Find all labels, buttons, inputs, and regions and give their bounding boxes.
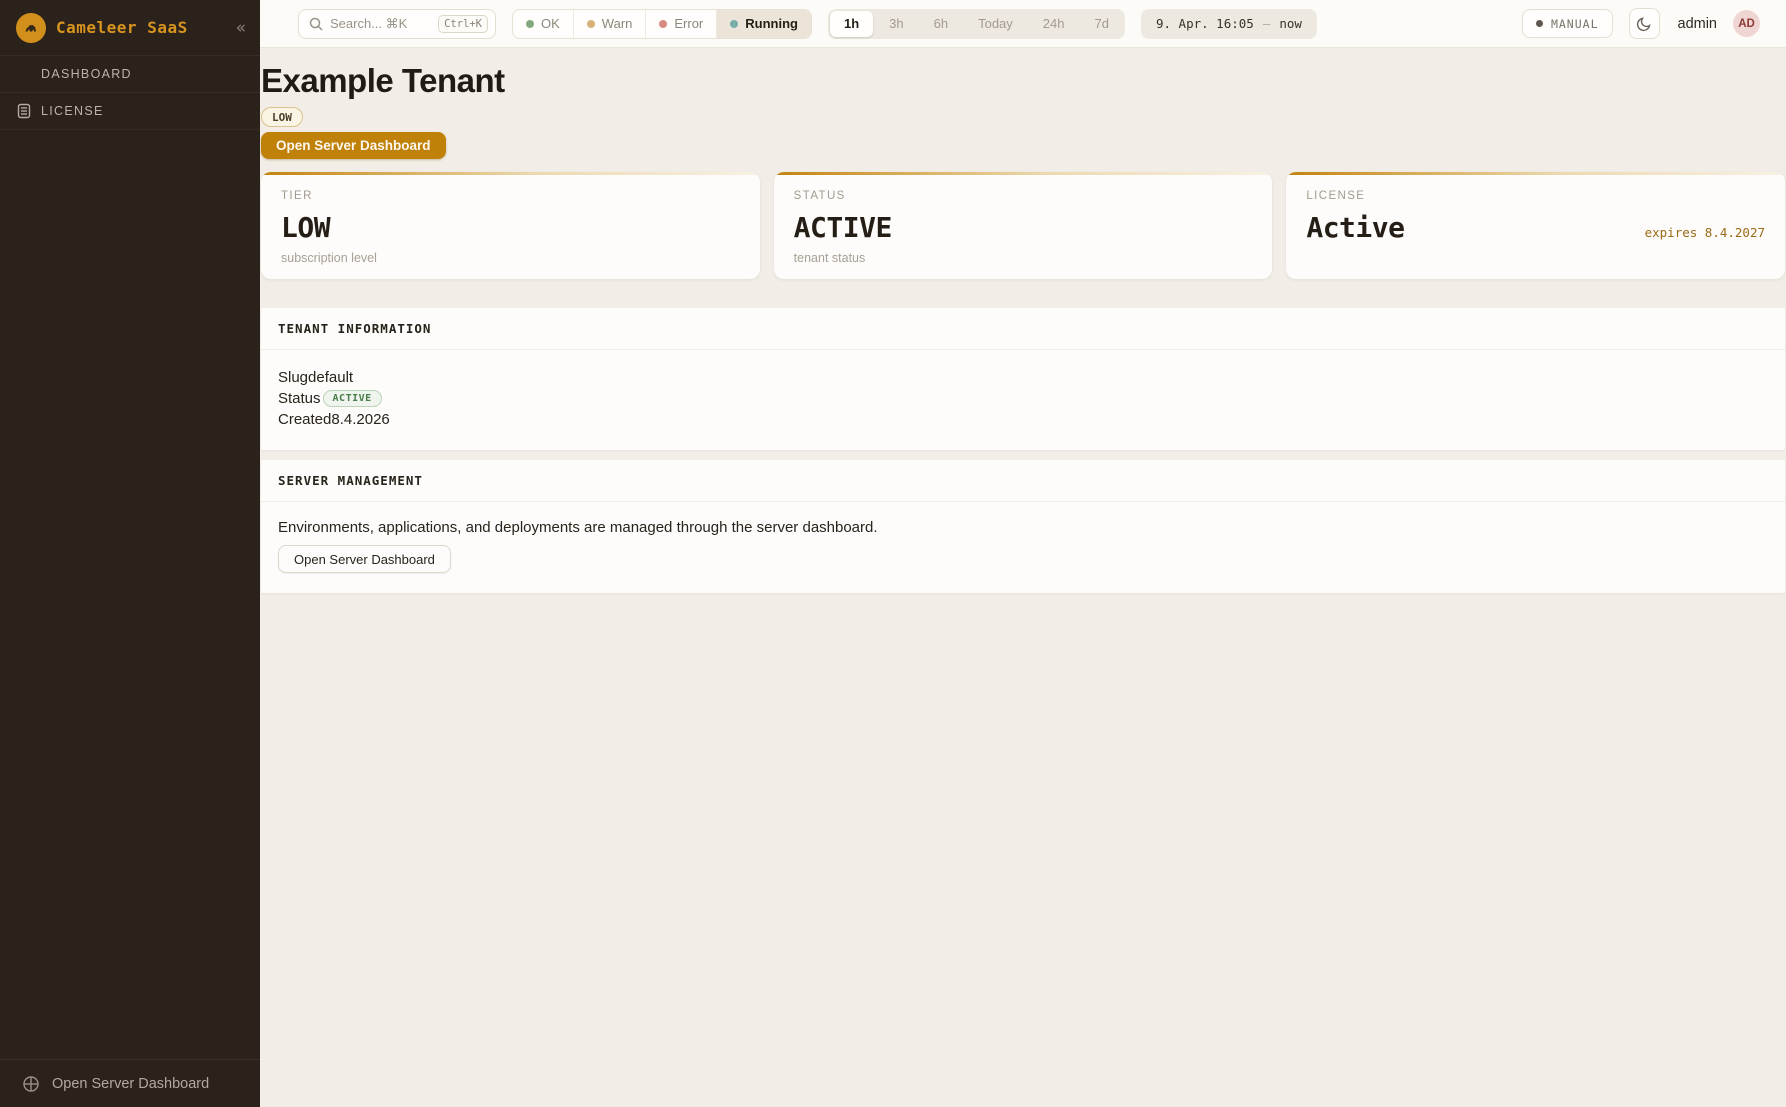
filter-warn-label: Warn xyxy=(602,16,633,31)
license-document-icon xyxy=(16,103,32,119)
tenant-information-section: TENANT INFORMATION Slug default Status A… xyxy=(261,308,1785,450)
filter-running-button[interactable]: Running xyxy=(717,10,811,38)
dashboard-grid-icon xyxy=(16,66,32,82)
tier-card: TIER LOW subscription level xyxy=(261,172,760,279)
license-expiry-note: expires 8.4.2027 xyxy=(1645,225,1765,240)
brand-name: Cameleer SaaS xyxy=(56,18,226,37)
tier-card-sub: subscription level xyxy=(281,251,740,265)
created-label: Created xyxy=(278,411,331,428)
server-management-title: SERVER MANAGEMENT xyxy=(261,460,1785,502)
sidebar-footer-label: Open Server Dashboard xyxy=(52,1076,209,1092)
status-active-badge: ACTIVE xyxy=(323,390,382,407)
tier-card-label: TIER xyxy=(281,190,740,202)
info-row-slug: Slug default xyxy=(278,367,1768,388)
page-title: Example Tenant xyxy=(261,62,1785,100)
status-card-value: ACTIVE xyxy=(794,211,892,244)
page-content: Example Tenant LOW Open Server Dashboard… xyxy=(260,48,1786,1107)
topbar: Ctrl+K OK Warn Error Running 1h 3h 6 xyxy=(260,0,1786,48)
stat-cards-row: TIER LOW subscription level STATUS ACTIV… xyxy=(261,172,1785,279)
range-6h-button[interactable]: 6h xyxy=(920,11,962,37)
filter-ok-button[interactable]: OK xyxy=(513,10,574,38)
filter-error-label: Error xyxy=(674,16,703,31)
filter-warn-button[interactable]: Warn xyxy=(574,10,647,38)
license-card-label: LICENSE xyxy=(1306,190,1765,202)
running-status-dot xyxy=(730,20,738,28)
tenant-information-title: TENANT INFORMATION xyxy=(261,308,1785,350)
error-status-dot xyxy=(659,20,667,28)
open-server-dashboard-button[interactable]: Open Server Dashboard xyxy=(261,132,446,159)
theme-toggle-button[interactable] xyxy=(1629,8,1660,39)
warn-status-dot xyxy=(587,20,595,28)
ok-status-dot xyxy=(526,20,534,28)
info-row-status: Status ACTIVE xyxy=(278,388,1768,409)
time-range-display[interactable]: 9. Apr. 16:05 — now xyxy=(1141,9,1317,39)
filter-error-button[interactable]: Error xyxy=(646,10,717,38)
slug-label: Slug xyxy=(278,369,308,386)
info-row-created: Created 8.4.2026 xyxy=(278,409,1768,430)
tier-card-value: LOW xyxy=(281,211,330,244)
time-from: 9. Apr. 16:05 xyxy=(1156,16,1254,31)
globe-icon xyxy=(22,1075,40,1093)
time-to: now xyxy=(1279,16,1302,31)
status-card-label: STATUS xyxy=(794,190,1253,202)
sidebar-collapse-button[interactable]: « xyxy=(236,18,246,38)
slug-value: default xyxy=(308,369,353,386)
sidebar-open-server-dashboard[interactable]: Open Server Dashboard xyxy=(0,1059,260,1107)
tier-badge: LOW xyxy=(261,107,303,127)
status-card-sub: tenant status xyxy=(794,251,1253,265)
sidebar-item-label: DASHBOARD xyxy=(41,67,132,81)
main-area: Ctrl+K OK Warn Error Running 1h 3h 6 xyxy=(260,0,1786,1107)
refresh-mode-label: MANUAL xyxy=(1551,17,1599,31)
license-card-value: Active xyxy=(1306,211,1404,244)
filter-ok-label: OK xyxy=(541,16,560,31)
search-icon xyxy=(309,17,323,31)
status-card: STATUS ACTIVE tenant status xyxy=(774,172,1273,279)
server-management-description: Environments, applications, and deployme… xyxy=(278,519,1768,536)
sidebar-nav: DASHBOARD LICENSE xyxy=(0,56,260,130)
sidebar-header: Cameleer SaaS « xyxy=(0,0,260,56)
moon-icon xyxy=(1636,16,1652,32)
license-card: LICENSE Active expires 8.4.2027 xyxy=(1286,172,1785,279)
range-today-button[interactable]: Today xyxy=(964,11,1027,37)
search-input[interactable] xyxy=(330,16,431,31)
sidebar-item-label: LICENSE xyxy=(41,104,104,118)
range-1h-button[interactable]: 1h xyxy=(830,11,873,37)
user-avatar[interactable]: AD xyxy=(1733,10,1760,37)
refresh-mode-button[interactable]: MANUAL xyxy=(1522,9,1613,38)
time-range-group: 1h 3h 6h Today 24h 7d xyxy=(828,9,1125,39)
brand-logo-icon xyxy=(16,13,46,43)
sidebar-item-license[interactable]: LICENSE xyxy=(0,93,260,130)
sidebar: Cameleer SaaS « DASHBOARD LICENSE xyxy=(0,0,260,1107)
server-dashboard-outline-button[interactable]: Open Server Dashboard xyxy=(278,545,451,573)
search-box[interactable]: Ctrl+K xyxy=(298,9,496,39)
status-filter-group: OK Warn Error Running xyxy=(512,9,812,39)
refresh-mode-dot xyxy=(1536,20,1543,27)
time-separator: — xyxy=(1263,16,1271,31)
user-name: admin xyxy=(1678,16,1718,32)
created-value: 8.4.2026 xyxy=(331,411,389,428)
search-shortcut-kbd: Ctrl+K xyxy=(438,15,488,33)
filter-running-label: Running xyxy=(745,16,798,31)
range-24h-button[interactable]: 24h xyxy=(1029,11,1079,37)
range-3h-button[interactable]: 3h xyxy=(875,11,917,37)
server-management-section: SERVER MANAGEMENT Environments, applicat… xyxy=(261,460,1785,593)
status-label: Status xyxy=(278,390,321,407)
range-7d-button[interactable]: 7d xyxy=(1081,11,1123,37)
sidebar-item-dashboard[interactable]: DASHBOARD xyxy=(0,56,260,93)
